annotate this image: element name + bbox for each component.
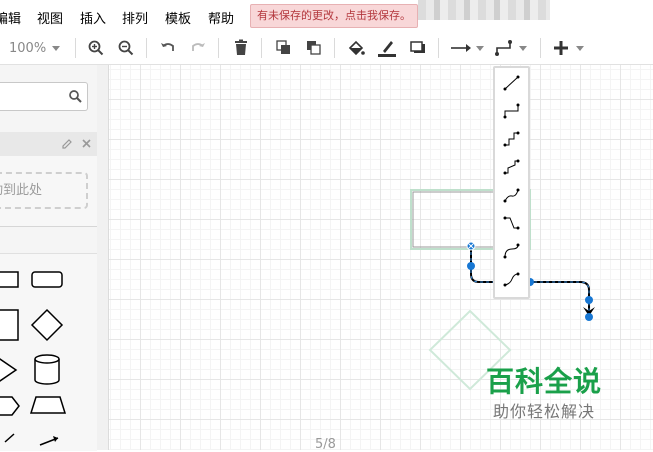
waypoint-curved-icon[interactable] (498, 182, 525, 208)
waypoint-entity-relation-icon[interactable] (498, 210, 525, 236)
waypoint-curved-3-icon[interactable] (498, 266, 525, 292)
waypoint-curved-alt-icon[interactable] (498, 238, 525, 264)
waypoint-isometric-icon[interactable] (498, 154, 525, 180)
watermark-title: 百科全说 (486, 365, 603, 398)
waypoints-dropdown (493, 66, 530, 299)
waypoint-simple-icon[interactable] (498, 126, 525, 152)
waypoint-orthogonal-icon[interactable] (498, 98, 525, 124)
waypoint-straight-icon[interactable] (498, 70, 525, 96)
watermark-subtitle: 助你轻松解决 (493, 402, 596, 421)
